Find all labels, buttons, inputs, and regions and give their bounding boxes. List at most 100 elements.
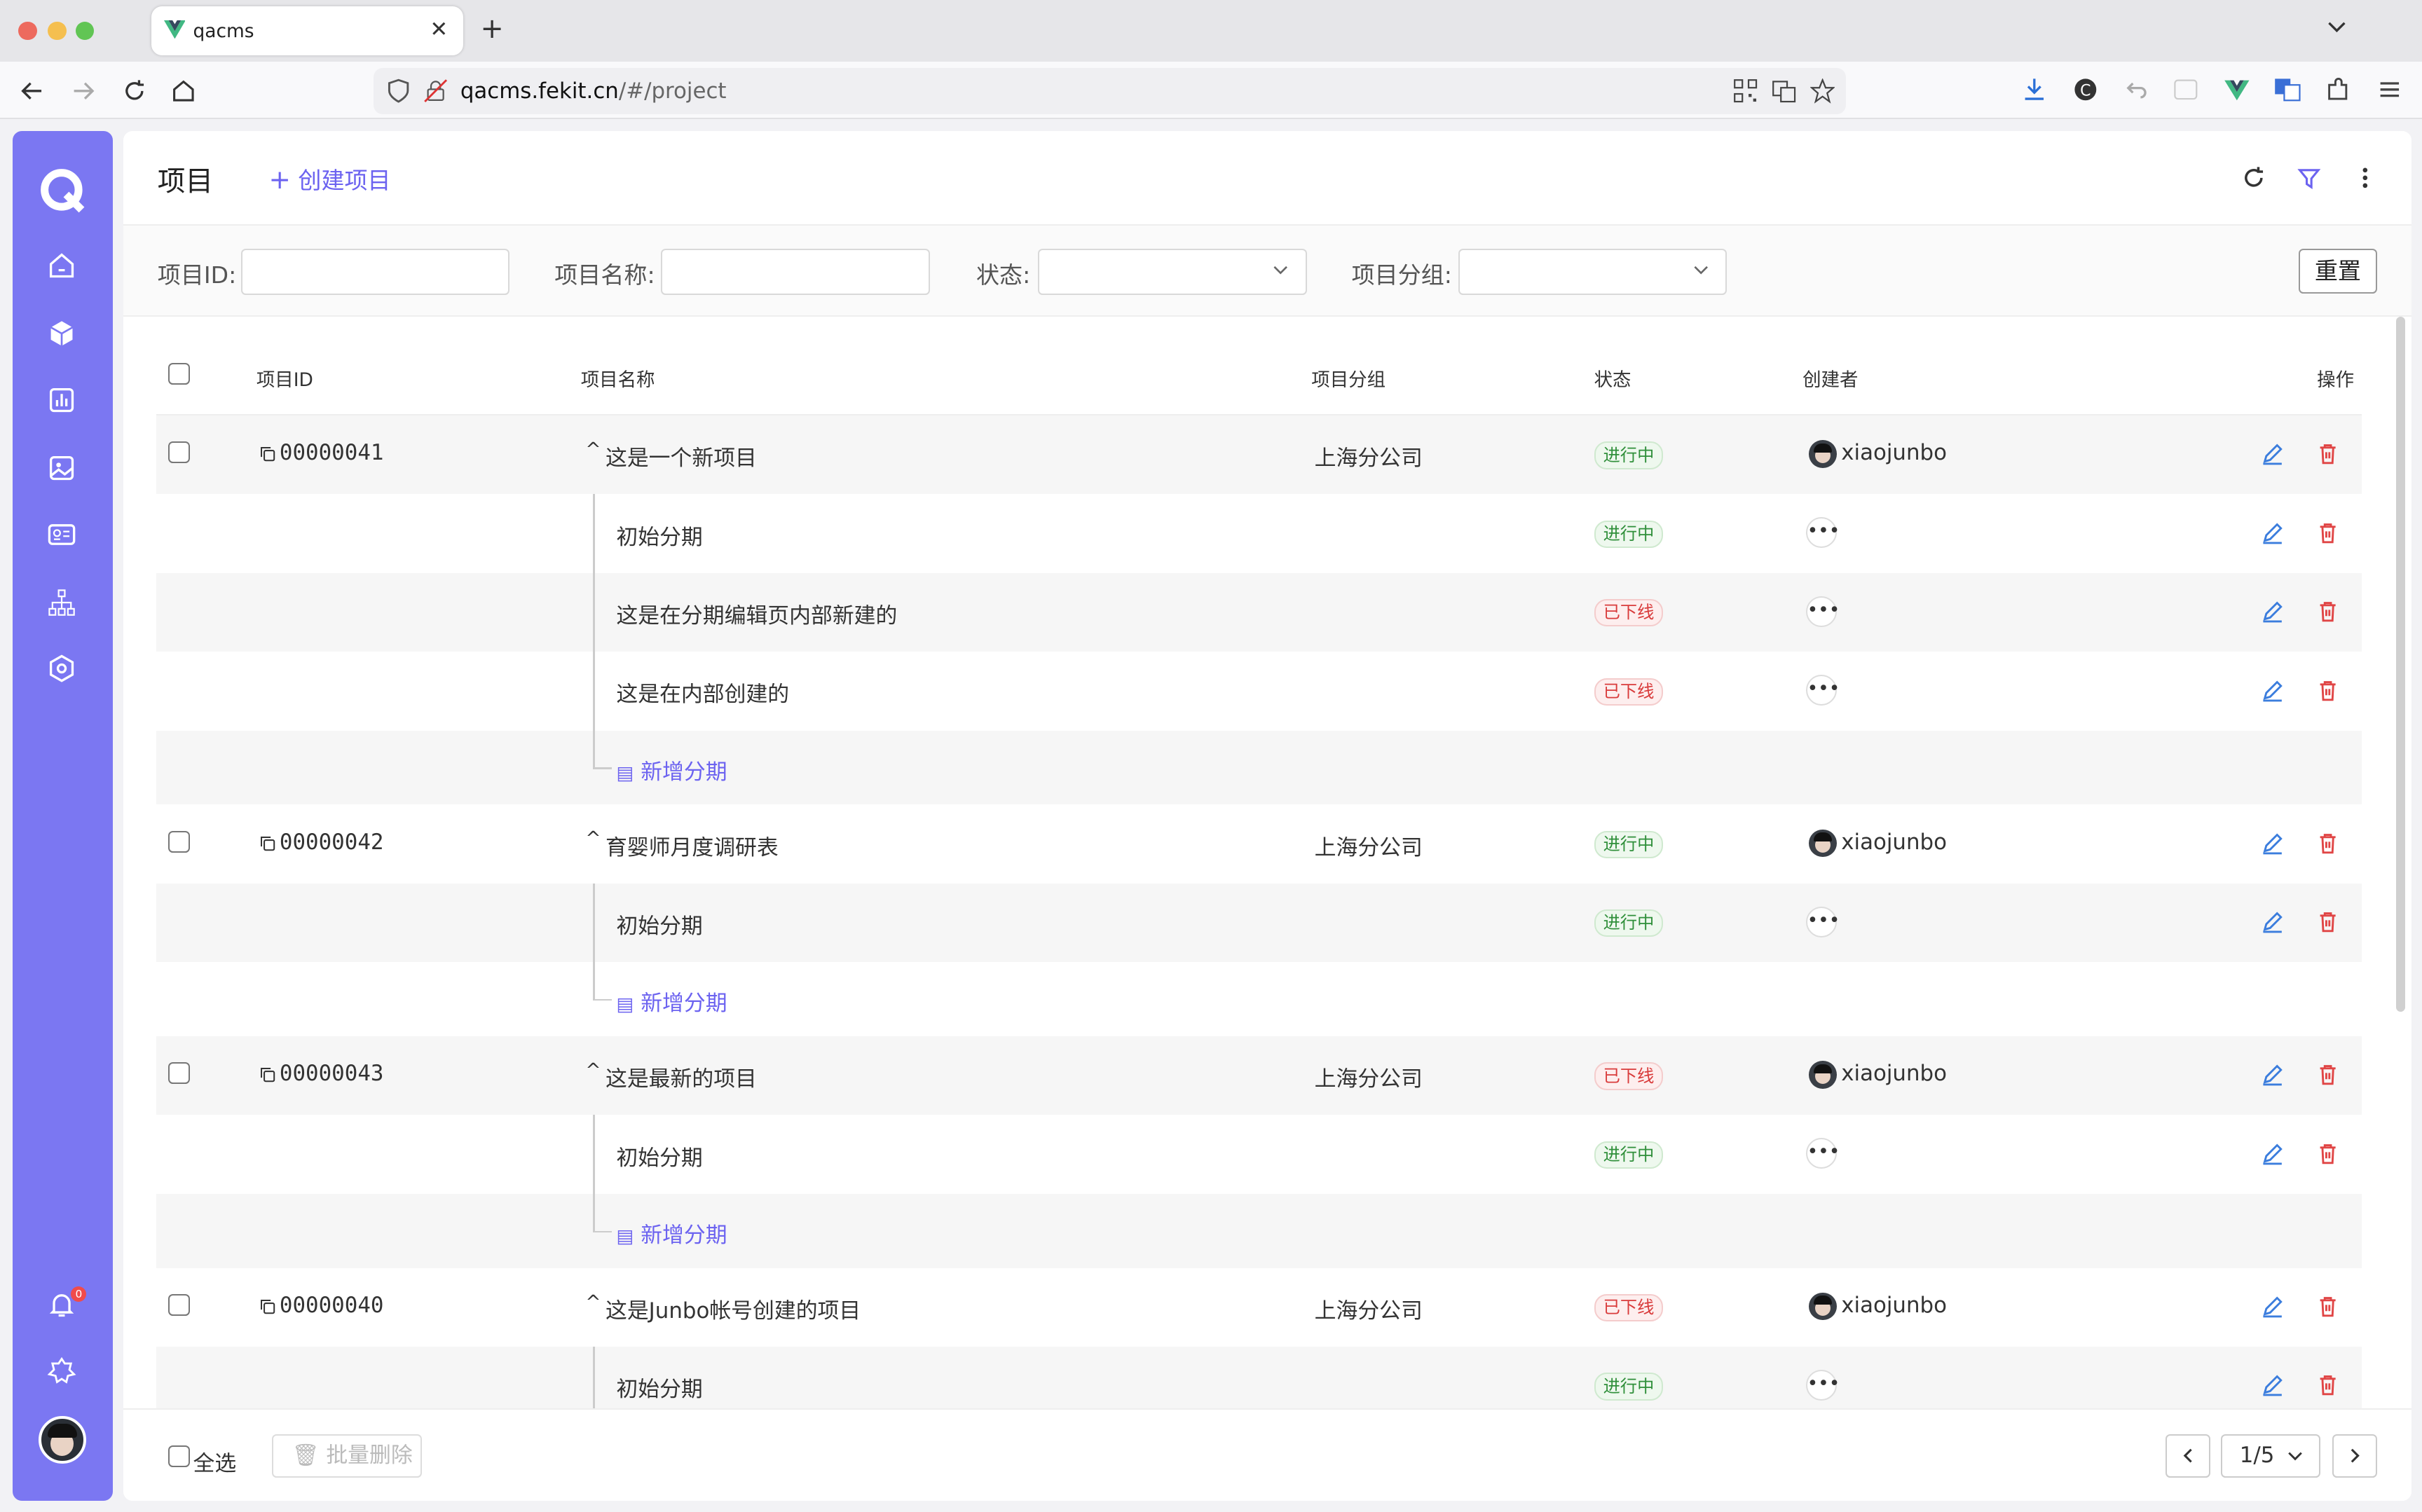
- project-name[interactable]: 这是最新的项目: [606, 1061, 757, 1092]
- project-row[interactable]: 00000040 ^ 这是Junbo帐号创建的项目 上海分公司 已下线 xiaojunbo: [156, 1268, 2362, 1347]
- delete-icon[interactable]: [2315, 1062, 2340, 1087]
- download-icon[interactable]: [2020, 76, 2048, 104]
- maximize-window-button[interactable]: [76, 21, 95, 41]
- extension-grid-icon[interactable]: [2172, 76, 2200, 104]
- project-group-select[interactable]: [1458, 248, 1727, 295]
- phase-more-button[interactable]: •••: [1805, 675, 1840, 706]
- edit-icon[interactable]: [2260, 1062, 2285, 1087]
- new-tab-button[interactable]: +: [480, 13, 503, 45]
- image-gallery-icon[interactable]: [46, 453, 77, 483]
- project-id-input[interactable]: [240, 248, 510, 295]
- copy-id-icon[interactable]: [259, 1295, 276, 1321]
- extensions-puzzle-icon[interactable]: [2325, 76, 2353, 104]
- phase-name[interactable]: 初始分期: [616, 1371, 702, 1403]
- row-checkbox[interactable]: [168, 1294, 191, 1316]
- select-all-checkbox[interactable]: [168, 1445, 191, 1467]
- row-checkbox[interactable]: [168, 1062, 191, 1085]
- extension-c-icon[interactable]: C: [2072, 76, 2100, 104]
- address-bar[interactable]: qacms.fekit.cn/#/project: [374, 67, 1846, 115]
- header-select-all-checkbox[interactable]: [168, 362, 191, 385]
- phase-name[interactable]: 初始分期: [616, 1140, 702, 1171]
- copy-id-icon[interactable]: [259, 444, 276, 469]
- user-avatar[interactable]: [39, 1416, 87, 1464]
- phase-name[interactable]: 初始分期: [616, 908, 702, 940]
- bookmark-star-icon[interactable]: [1810, 78, 1835, 104]
- collapse-chevron-icon[interactable]: ^: [585, 1291, 601, 1313]
- org-structure-icon[interactable]: [46, 587, 77, 618]
- phase-name[interactable]: 初始分期: [616, 519, 702, 551]
- collapse-chevron-icon[interactable]: ^: [585, 827, 601, 849]
- theme-settings-icon[interactable]: [46, 1356, 77, 1387]
- settings-hexagon-icon[interactable]: [46, 653, 77, 684]
- phase-more-button[interactable]: •••: [1805, 596, 1840, 627]
- edit-icon[interactable]: [2260, 1373, 2285, 1397]
- phase-more-button[interactable]: •••: [1805, 1370, 1840, 1401]
- delete-icon[interactable]: [2315, 599, 2340, 624]
- phase-more-button[interactable]: •••: [1805, 517, 1840, 549]
- project-row[interactable]: 00000043 ^ 这是最新的项目 上海分公司 已下线 xiaojunbo: [156, 1036, 2362, 1115]
- forward-icon[interactable]: [69, 77, 97, 105]
- extension-undo-icon[interactable]: [2122, 76, 2150, 104]
- qr-code-icon[interactable]: [1733, 78, 1758, 103]
- row-checkbox[interactable]: [168, 441, 191, 464]
- back-icon[interactable]: [18, 77, 46, 105]
- edit-icon[interactable]: [2260, 521, 2285, 545]
- create-project-button[interactable]: + 创建项目: [268, 162, 390, 195]
- copy-id-icon[interactable]: [259, 1064, 276, 1090]
- edit-icon[interactable]: [2260, 909, 2285, 934]
- phase-row[interactable]: 初始分期 进行中 •••: [156, 494, 2362, 572]
- phase-name[interactable]: 这是在内部创建的: [616, 676, 789, 708]
- project-name[interactable]: 这是一个新项目: [606, 440, 757, 472]
- page-select[interactable]: 1/5: [2221, 1434, 2320, 1478]
- scrollbar[interactable]: [2395, 316, 2405, 1012]
- home-icon[interactable]: [170, 77, 198, 105]
- tab-list-chevron-icon[interactable]: [2326, 17, 2348, 39]
- edit-icon[interactable]: [2260, 441, 2285, 466]
- close-window-button[interactable]: [18, 21, 37, 41]
- refresh-icon[interactable]: [2240, 164, 2268, 192]
- add-phase-button[interactable]: ▤ 新增分期: [616, 1217, 727, 1249]
- edit-icon[interactable]: [2260, 1294, 2285, 1319]
- vue-devtools-icon[interactable]: [2223, 76, 2251, 104]
- filter-icon[interactable]: [2295, 164, 2323, 192]
- add-phase-button[interactable]: ▤ 新增分期: [616, 754, 727, 785]
- user-card-icon[interactable]: [46, 519, 77, 550]
- edit-icon[interactable]: [2260, 599, 2285, 624]
- project-name[interactable]: 这是Junbo帐号创建的项目: [606, 1293, 861, 1324]
- project-name[interactable]: 育婴师月度调研表: [606, 830, 779, 861]
- phase-row[interactable]: 这是在分期编辑页内部新建的 已下线 •••: [156, 572, 2362, 652]
- phase-name[interactable]: 这是在分期编辑页内部新建的: [616, 598, 897, 629]
- home-nav-icon[interactable]: [46, 250, 77, 281]
- project-row[interactable]: 00000042 ^ 育婴师月度调研表 上海分公司 进行中 xiaojunbo: [156, 804, 2362, 883]
- translate-icon[interactable]: [1772, 78, 1796, 103]
- bulk-delete-button[interactable]: 🗑 批量删除: [271, 1434, 422, 1478]
- phase-more-button[interactable]: •••: [1805, 906, 1840, 937]
- delete-icon[interactable]: [2315, 678, 2340, 703]
- collapse-chevron-icon[interactable]: ^: [585, 1059, 601, 1081]
- row-checkbox[interactable]: [168, 830, 191, 853]
- reload-icon[interactable]: [121, 77, 149, 105]
- delete-icon[interactable]: [2315, 1141, 2340, 1166]
- collapse-chevron-icon[interactable]: ^: [585, 439, 601, 460]
- phase-row[interactable]: 初始分期 进行中 •••: [156, 1115, 2362, 1193]
- tab-close-icon[interactable]: ✕: [430, 17, 448, 42]
- project-row[interactable]: 00000041 ^ 这是一个新项目 上海分公司 进行中 xiaojunbo: [156, 415, 2362, 495]
- project-name-input[interactable]: [661, 248, 930, 295]
- phase-row[interactable]: 这是在内部创建的 已下线 •••: [156, 652, 2362, 730]
- delete-icon[interactable]: [2315, 831, 2340, 855]
- statistics-chart-icon[interactable]: [46, 385, 77, 415]
- add-phase-button[interactable]: ▤ 新增分期: [616, 985, 727, 1017]
- menu-hamburger-icon[interactable]: [2376, 76, 2404, 104]
- delete-icon[interactable]: [2315, 521, 2340, 545]
- more-vertical-icon[interactable]: [2351, 164, 2379, 192]
- app-logo-icon[interactable]: [40, 168, 86, 214]
- phase-row[interactable]: 初始分期 进行中 •••: [156, 883, 2362, 963]
- browser-tab[interactable]: qacms ✕: [151, 6, 464, 56]
- edit-icon[interactable]: [2260, 1141, 2285, 1166]
- reset-button[interactable]: 重置: [2298, 248, 2378, 294]
- prev-page-button[interactable]: [2166, 1434, 2211, 1478]
- delete-icon[interactable]: [2315, 1294, 2340, 1319]
- edit-icon[interactable]: [2260, 831, 2285, 855]
- project-cube-icon[interactable]: [46, 318, 77, 349]
- lock-icon[interactable]: [423, 78, 448, 103]
